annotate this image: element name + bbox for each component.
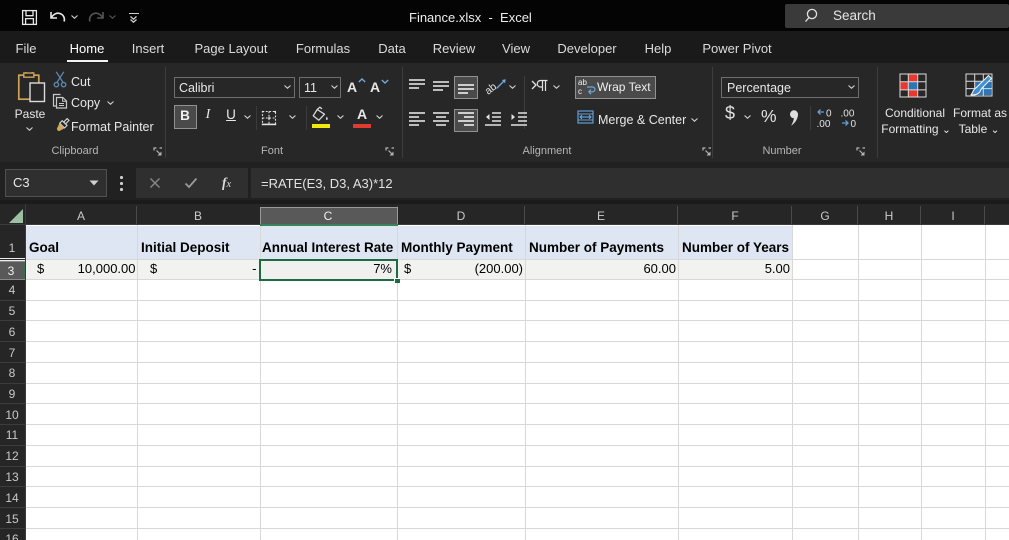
svg-text:0: 0 (826, 109, 832, 120)
svg-text:.00: .00 (817, 119, 831, 128)
svg-text:0: 0 (851, 119, 857, 128)
svg-text:.00: .00 (841, 109, 855, 120)
